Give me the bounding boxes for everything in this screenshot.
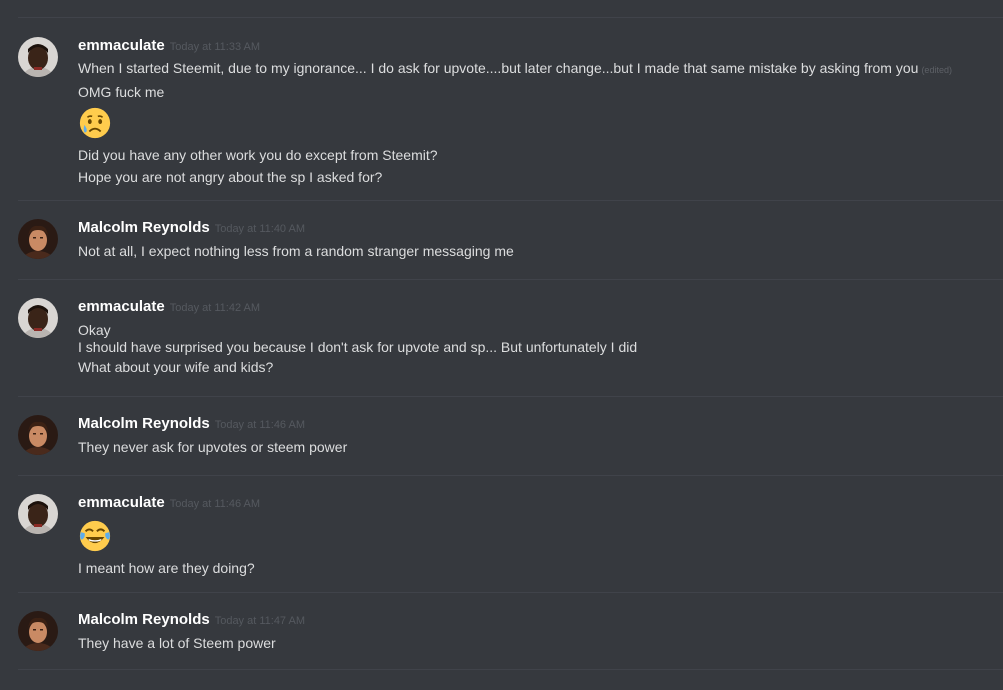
message-content: Not at all, I expect nothing less from a… (78, 240, 993, 262)
message-header: emmaculate Today at 11:33 AM (78, 37, 260, 57)
user-avatar-icon (18, 415, 58, 455)
message-content: When I started Steemit, due to my ignora… (78, 57, 993, 188)
avatar-malcolm-reynolds[interactable] (18, 219, 58, 259)
crying-face-emoji-icon (78, 106, 112, 140)
message-text: Okay (78, 322, 111, 338)
message-text: Not at all, I expect nothing less from a… (78, 243, 514, 259)
message-content: Okay I should have surprised you because… (78, 322, 993, 378)
username[interactable]: emmaculate (78, 298, 165, 315)
message-text: Did you have any other work you do excep… (78, 147, 438, 163)
message-divider (18, 669, 1003, 670)
user-avatar-icon (18, 494, 58, 534)
message-divider (18, 396, 1003, 397)
username[interactable]: Malcolm Reynolds (78, 219, 210, 236)
username[interactable]: emmaculate (78, 494, 165, 511)
avatar-malcolm-reynolds[interactable] (18, 611, 58, 651)
message-header: Malcolm Reynolds Today at 11:46 AM (78, 415, 305, 435)
message-header: emmaculate Today at 11:42 AM (78, 298, 260, 318)
message-content: They never ask for upvotes or steem powe… (78, 436, 993, 458)
message-text: I should have surprised you because I do… (78, 339, 638, 355)
avatar-emmaculate[interactable] (18, 298, 58, 338)
message-header: Malcolm Reynolds Today at 11:40 AM (78, 219, 305, 239)
message-text: When I started Steemit, due to my ignora… (78, 57, 993, 81)
timestamp: Today at 11:46 AM (169, 498, 261, 510)
username[interactable]: Malcolm Reynolds (78, 611, 210, 628)
edited-label: (edited) (921, 65, 952, 75)
username[interactable]: Malcolm Reynolds (78, 415, 210, 432)
timestamp: Today at 11:40 AM (214, 223, 306, 235)
username[interactable]: emmaculate (78, 37, 165, 54)
chat-messages: emmaculate Today at 11:33 AM When I start… (0, 0, 1003, 690)
message-divider (18, 17, 1003, 18)
message-content: I meant how are they doing? (78, 516, 993, 579)
message-text: They have a lot of Steem power (78, 635, 276, 651)
avatar-emmaculate[interactable] (18, 494, 58, 534)
message-text: OMG fuck me (78, 84, 165, 100)
message-divider (18, 279, 1003, 280)
message-text: Hope you are not angry about the sp I as… (78, 169, 383, 185)
message-line: When I started Steemit, due to my ignora… (78, 60, 919, 76)
message-divider (18, 200, 1003, 201)
user-avatar-icon (18, 298, 58, 338)
tears-of-joy-emoji-icon (78, 519, 112, 553)
message-text: They never ask for upvotes or steem powe… (78, 439, 348, 455)
message-divider (18, 475, 1003, 476)
user-avatar-icon (18, 37, 58, 77)
message-header: emmaculate Today at 11:46 AM (78, 494, 260, 514)
timestamp: Today at 11:46 AM (214, 419, 306, 431)
timestamp: Today at 11:33 AM (169, 41, 261, 53)
message-text: I meant how are they doing? (78, 560, 255, 576)
avatar-emmaculate[interactable] (18, 37, 58, 77)
user-avatar-icon (18, 219, 58, 259)
avatar-malcolm-reynolds[interactable] (18, 415, 58, 455)
message-divider (18, 592, 1003, 593)
user-avatar-icon (18, 611, 58, 651)
message-content: They have a lot of Steem power (78, 632, 993, 654)
timestamp: Today at 11:47 AM (214, 615, 306, 627)
timestamp: Today at 11:42 AM (169, 302, 261, 314)
message-text: What about your wife and kids? (78, 359, 274, 375)
message-header: Malcolm Reynolds Today at 11:47 AM (78, 611, 305, 631)
